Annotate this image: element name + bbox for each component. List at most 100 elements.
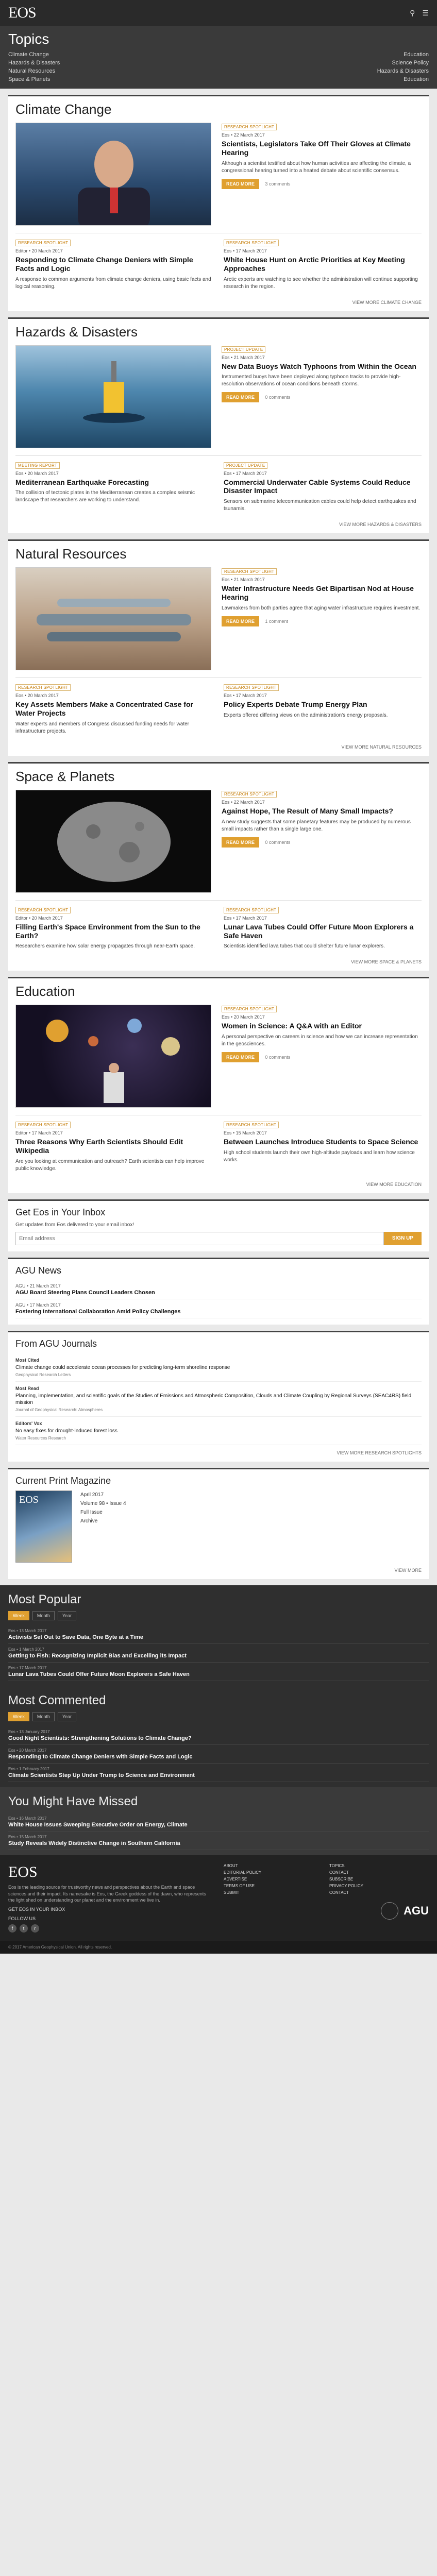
article-title[interactable]: Commercial Underwater Cable Systems Coul… bbox=[224, 478, 422, 496]
view-all-link[interactable]: VIEW MORE CLIMATE CHANGE bbox=[15, 300, 422, 305]
twitter-icon[interactable]: t bbox=[20, 1924, 28, 1933]
item-title[interactable]: Good Night Scientists: Strengthening Sol… bbox=[8, 1735, 429, 1741]
comment-count[interactable]: 3 comments bbox=[265, 181, 290, 187]
article-title[interactable]: Against Hope, The Result of Many Small I… bbox=[222, 807, 422, 816]
item-title[interactable]: White House Issues Sweeping Executive Or… bbox=[8, 1822, 429, 1828]
topic-link[interactable]: Science Policy bbox=[224, 60, 429, 66]
article-title[interactable]: New Data Buoys Watch Typhoons from Withi… bbox=[222, 362, 422, 371]
article-excerpt: The collision of tectonic plates in the … bbox=[15, 490, 195, 503]
featured-image[interactable] bbox=[15, 789, 211, 893]
footer-link[interactable]: CONTACT bbox=[329, 1870, 429, 1875]
view-all-link[interactable]: VIEW MORE NATURAL RESOURCES bbox=[15, 744, 422, 750]
article-title[interactable]: Key Assets Members Make a Concentrated C… bbox=[15, 700, 213, 718]
footer-link[interactable]: EDITORIAL POLICY bbox=[224, 1870, 323, 1875]
featured-image[interactable] bbox=[15, 1005, 211, 1108]
read-more-button[interactable]: READ MORE bbox=[222, 1052, 260, 1063]
list-item: Eos • 15 March 2017 Study Reveals Widely… bbox=[8, 1832, 429, 1850]
list-item: Research Spotlight Eos • 20 March 2017 K… bbox=[15, 683, 213, 739]
read-more-button[interactable]: READ MORE bbox=[222, 837, 260, 848]
tab-year[interactable]: Year bbox=[57, 1611, 77, 1620]
article-title[interactable]: Responding to Climate Change Deniers wit… bbox=[15, 256, 213, 273]
item-title[interactable]: Study Reveals Widely Distinctive Change … bbox=[8, 1840, 429, 1846]
featured-image[interactable] bbox=[15, 123, 211, 226]
magazine-full-issue-link[interactable]: Full Issue bbox=[80, 1508, 126, 1517]
article-title[interactable]: Three Reasons Why Earth Scientists Shoul… bbox=[15, 1138, 213, 1155]
read-more-button[interactable]: READ MORE bbox=[222, 392, 260, 403]
footer-link[interactable]: ABOUT bbox=[224, 1863, 323, 1868]
featured-image[interactable] bbox=[15, 345, 211, 448]
article-title[interactable]: Lunar Lava Tubes Could Offer Future Moon… bbox=[224, 923, 422, 940]
footer-link[interactable]: CONTACT bbox=[329, 1890, 429, 1895]
search-icon[interactable]: ⚲ bbox=[410, 9, 415, 18]
magazine-cover[interactable]: EOS bbox=[15, 1490, 72, 1563]
journal-article-title[interactable]: No easy fixes for drought-induced forest… bbox=[15, 1428, 422, 1434]
article-title[interactable]: Scientists, Legislators Take Off Their G… bbox=[222, 140, 422, 157]
article-title[interactable]: White House Hunt on Arctic Priorities at… bbox=[224, 256, 422, 273]
view-all-link[interactable]: VIEW MORE SPACE & PLANETS bbox=[15, 959, 422, 964]
footer-link[interactable]: TERMS OF USE bbox=[224, 1884, 323, 1888]
magazine-archive-link[interactable]: Archive bbox=[80, 1517, 126, 1526]
article-title[interactable]: Filling Earth's Space Environment from t… bbox=[15, 923, 213, 940]
topic-link[interactable]: Education bbox=[224, 76, 429, 82]
agu-logo[interactable]: AGU bbox=[404, 1904, 429, 1918]
topic-link[interactable]: Space & Planets bbox=[8, 76, 213, 82]
article-title[interactable]: Mediterranean Earthquake Forecasting bbox=[15, 478, 213, 487]
list-item: Meeting Report Eos • 20 March 2017 Medit… bbox=[15, 461, 213, 517]
tab-week[interactable]: Week bbox=[8, 1611, 29, 1620]
topic-link[interactable]: Natural Resources bbox=[8, 68, 213, 74]
section-title: Hazards & Disasters bbox=[15, 324, 138, 340]
news-title[interactable]: AGU Board Steering Plans Council Leaders… bbox=[15, 1290, 422, 1296]
footer-logo[interactable]: EOS bbox=[8, 1863, 213, 1881]
view-all-link[interactable]: VIEW MORE RESEARCH SPOTLIGHTS bbox=[15, 1450, 422, 1455]
item-title[interactable]: Climate Scientists Step Up Under Trump t… bbox=[8, 1772, 429, 1778]
footer-link[interactable]: PRIVACY POLICY bbox=[329, 1884, 429, 1888]
list-item: Research Spotlight Eos • 17 March 2017 P… bbox=[224, 683, 422, 739]
journal-category: Editors' Vox bbox=[15, 1420, 42, 1426]
topic-link[interactable]: Hazards & Disasters bbox=[8, 60, 213, 66]
section-education: Education Research Spotlight Eos • 20 Ma… bbox=[8, 977, 429, 1193]
view-all-link[interactable]: VIEW MORE bbox=[15, 1568, 422, 1573]
tab-year[interactable]: Year bbox=[57, 1711, 77, 1721]
featured-image[interactable] bbox=[15, 567, 211, 671]
email-field[interactable] bbox=[15, 1231, 384, 1245]
comment-count[interactable]: 0 comments bbox=[265, 395, 290, 400]
menu-icon[interactable]: ☰ bbox=[422, 9, 429, 18]
topic-link[interactable]: Education bbox=[224, 52, 429, 58]
comment-count[interactable]: 0 comments bbox=[265, 1055, 290, 1060]
news-title[interactable]: Fostering International Collaboration Am… bbox=[15, 1309, 422, 1315]
article-title[interactable]: Water Infrastructure Needs Get Bipartisa… bbox=[222, 584, 422, 602]
rss-icon[interactable]: r bbox=[31, 1924, 39, 1933]
footer-link[interactable]: SUBSCRIBE bbox=[329, 1877, 429, 1882]
topic-link[interactable]: Hazards & Disasters bbox=[224, 68, 429, 74]
site-logo[interactable]: EOS bbox=[8, 4, 37, 22]
article-title[interactable]: Between Launches Introduce Students to S… bbox=[224, 1138, 422, 1146]
journal-article-title[interactable]: Planning, implementation, and scientific… bbox=[15, 1393, 422, 1406]
item-title[interactable]: Activists Set Out to Save Data, One Byte… bbox=[8, 1634, 429, 1640]
footer-link[interactable]: TOPICS bbox=[329, 1863, 429, 1868]
item-title[interactable]: Responding to Climate Change Deniers wit… bbox=[8, 1754, 429, 1760]
topic-link[interactable]: Climate Change bbox=[8, 52, 213, 58]
footer-signup-link[interactable]: GET EOS IN YOUR INBOX bbox=[8, 1907, 213, 1912]
footer-link[interactable]: SUBMIT bbox=[224, 1890, 323, 1895]
signup-button[interactable]: SIGN UP bbox=[383, 1231, 422, 1245]
tab-month[interactable]: Month bbox=[32, 1611, 55, 1620]
item-title[interactable]: Getting to Fish: Recognizing Implicit Bi… bbox=[8, 1653, 429, 1659]
read-more-button[interactable]: READ MORE bbox=[222, 616, 260, 626]
article-title[interactable]: Women in Science: A Q&A with an Editor bbox=[222, 1022, 422, 1030]
item-meta: Eos • 20 March 2017 bbox=[8, 1748, 47, 1753]
magazine-issue-date: April 2017 bbox=[80, 1492, 104, 1498]
tab-month[interactable]: Month bbox=[32, 1711, 55, 1721]
read-more-button[interactable]: READ MORE bbox=[222, 178, 260, 189]
comment-count[interactable]: 1 comment bbox=[265, 619, 288, 624]
news-meta: AGU • 21 March 2017 bbox=[15, 1283, 61, 1289]
facebook-icon[interactable]: f bbox=[8, 1924, 16, 1933]
planets-photo-icon bbox=[46, 1019, 180, 1104]
view-all-link[interactable]: VIEW MORE HAZARDS & DISASTERS bbox=[15, 522, 422, 527]
journal-article-title[interactable]: Climate change could accelerate ocean pr… bbox=[15, 1364, 422, 1371]
footer-link[interactable]: ADVERTISE bbox=[224, 1877, 323, 1882]
view-all-link[interactable]: VIEW MORE EDUCATION bbox=[15, 1182, 422, 1187]
tab-week[interactable]: Week bbox=[8, 1711, 29, 1721]
comment-count[interactable]: 0 comments bbox=[265, 840, 290, 845]
article-title[interactable]: Policy Experts Debate Trump Energy Plan bbox=[224, 700, 422, 709]
item-title[interactable]: Lunar Lava Tubes Could Offer Future Moon… bbox=[8, 1671, 429, 1677]
